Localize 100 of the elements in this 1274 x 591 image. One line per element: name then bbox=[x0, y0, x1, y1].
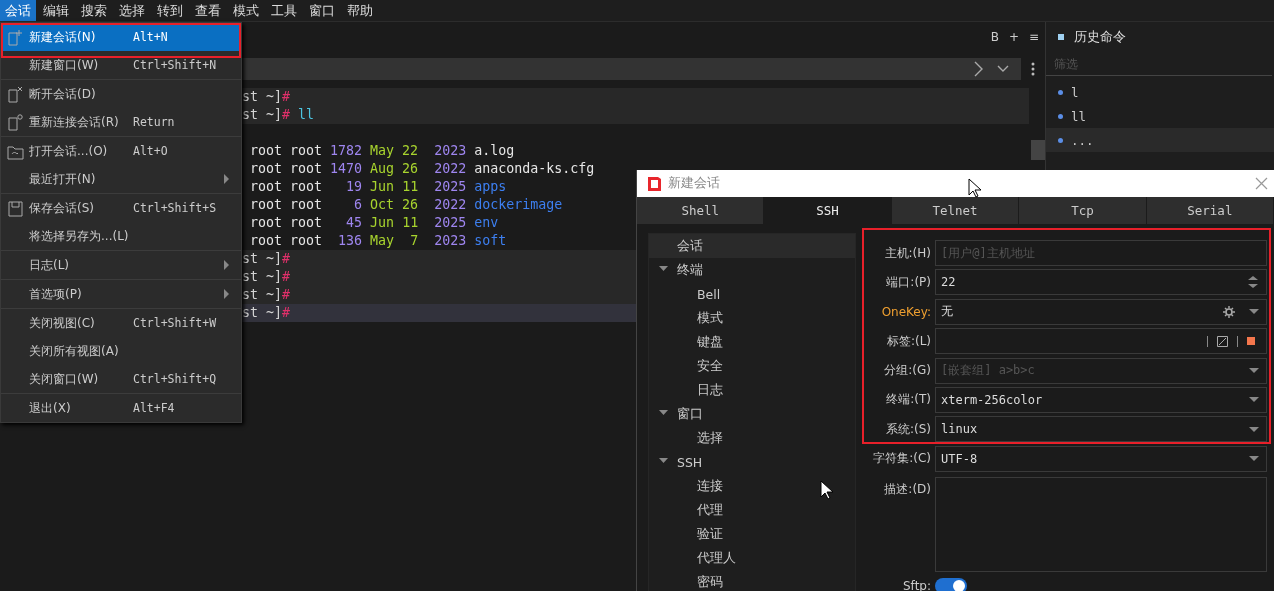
menu-item[interactable]: 关闭视图(C) Ctrl+Shift+W bbox=[1, 309, 241, 337]
toolbar-button[interactable]: ≡ bbox=[1028, 30, 1039, 44]
tree-item[interactable]: 密码 bbox=[649, 570, 855, 591]
tab[interactable]: Tcp bbox=[1019, 197, 1147, 224]
terminal-line: st ~]# bbox=[242, 305, 291, 320]
shortcut-text: Ctrl+Shift+Q bbox=[133, 372, 217, 386]
caret-icon[interactable] bbox=[1249, 426, 1259, 432]
tab[interactable]: SSH bbox=[764, 197, 892, 224]
floppy-icon bbox=[6, 199, 24, 217]
tree-item[interactable]: 代理 bbox=[649, 498, 855, 522]
menu-item[interactable]: 退出(X) Alt+F4 bbox=[1, 394, 241, 422]
menu-bar-item[interactable]: 查看 bbox=[190, 0, 226, 21]
tree-item[interactable]: 选择 bbox=[649, 426, 855, 450]
app-logo-icon bbox=[647, 175, 662, 192]
tree-item[interactable]: 安全 bbox=[649, 354, 855, 378]
shortcut-text: Ctrl+Shift+N bbox=[133, 58, 217, 72]
menu-bar-item[interactable]: 编辑 bbox=[38, 0, 74, 21]
shortcut-text: Ctrl+Shift+S bbox=[133, 201, 217, 215]
menu-bar-item[interactable]: 会话 bbox=[0, 0, 36, 21]
field-label: 字符集:(C) bbox=[872, 450, 932, 468]
document-x-icon bbox=[6, 85, 24, 103]
dropdown-field[interactable]: UTF-8 bbox=[935, 445, 1267, 472]
tree-item[interactable]: 模式 bbox=[649, 306, 855, 330]
input-field[interactable] bbox=[935, 328, 1267, 355]
more-icon[interactable] bbox=[1031, 62, 1035, 76]
menu-item[interactable]: 最近打开(N) bbox=[1, 165, 241, 193]
tree-item[interactable]: 日志 bbox=[649, 378, 855, 402]
menu-item[interactable]: 保存会话(S) Ctrl+Shift+S bbox=[1, 194, 241, 222]
tab[interactable]: Serial bbox=[1146, 197, 1274, 224]
scrollbar-thumb[interactable] bbox=[1031, 140, 1045, 160]
toolbar-button[interactable]: B bbox=[990, 30, 999, 44]
caret-icon[interactable] bbox=[1249, 309, 1259, 315]
square-icon bbox=[1058, 34, 1064, 40]
menu-bar-item[interactable]: 窗口 bbox=[304, 0, 340, 21]
tree-item[interactable]: 终端 bbox=[649, 258, 855, 282]
caret-icon[interactable] bbox=[1249, 368, 1259, 374]
tree-item[interactable]: 验证 bbox=[649, 522, 855, 546]
menu-bar-item[interactable]: 选择 bbox=[114, 0, 150, 21]
terminal-line: st ~]# bbox=[242, 89, 291, 104]
bullet-icon bbox=[1058, 137, 1063, 143]
dropdown-field[interactable]: 无 bbox=[935, 298, 1267, 325]
document-circle-icon bbox=[6, 113, 24, 131]
chevron-right-icon[interactable] bbox=[973, 61, 983, 77]
chevron-down-icon[interactable] bbox=[997, 65, 1009, 73]
terminal-line: st ~]# ll bbox=[242, 107, 315, 122]
menu-item[interactable]: 打开会话...(O) Alt+O bbox=[1, 137, 241, 165]
terminal-line: root root 1470 Aug 26 2022 anaconda-ks.cfg bbox=[249, 161, 595, 176]
menu-bar-item[interactable]: 模式 bbox=[228, 0, 264, 21]
menu-bar-item[interactable]: 搜索 bbox=[76, 0, 112, 21]
terminal-line: st ~]# bbox=[242, 287, 291, 302]
menu-item[interactable]: 新建窗口(W) Ctrl+Shift+N bbox=[1, 51, 241, 79]
tree-item[interactable]: 键盘 bbox=[649, 330, 855, 354]
menu-item[interactable]: 重新连接会话(R) Return bbox=[1, 108, 241, 136]
close-icon[interactable] bbox=[1255, 177, 1268, 190]
gear-icon[interactable] bbox=[1223, 305, 1235, 318]
dropdown-field[interactable]: xterm-256color bbox=[935, 386, 1267, 413]
field-label: 终端:(T) bbox=[885, 391, 932, 409]
history-item[interactable]: ll bbox=[1046, 104, 1274, 128]
menu-item[interactable]: 断开会话(D) bbox=[1, 80, 241, 108]
bullet-icon bbox=[1058, 113, 1063, 119]
history-item[interactable]: ... bbox=[1046, 128, 1274, 152]
new-document-icon bbox=[6, 28, 24, 46]
tree-item[interactable]: 会话 bbox=[649, 234, 855, 258]
menu-item[interactable]: 首选项(P) bbox=[1, 280, 241, 308]
field-label: 分组:(G) bbox=[883, 362, 932, 380]
menu-item[interactable]: 将选择另存为...(L) bbox=[1, 222, 241, 250]
tree-item[interactable]: Bell bbox=[649, 282, 855, 306]
tree-item[interactable]: 连接 bbox=[649, 474, 855, 498]
panel-title: 历史命令 bbox=[1074, 28, 1126, 46]
terminal-line: st ~]# bbox=[242, 251, 291, 266]
toggle-switch[interactable] bbox=[935, 577, 967, 591]
shortcut-text: Alt+O bbox=[133, 144, 168, 158]
menu-item[interactable]: 关闭所有视图(A) bbox=[1, 337, 241, 365]
field-label: 主机:(H) bbox=[883, 244, 932, 262]
spinner-arrows-icon[interactable] bbox=[1247, 275, 1259, 290]
menu-bar-item[interactable]: 转到 bbox=[152, 0, 188, 21]
menu-item[interactable]: 新建会话(N) Alt+N bbox=[1, 23, 241, 51]
bullet-icon bbox=[1058, 89, 1063, 95]
tree-item[interactable]: SSH bbox=[649, 450, 855, 474]
tree-item[interactable]: 代理人 bbox=[649, 546, 855, 570]
color-swatch[interactable] bbox=[1247, 337, 1255, 346]
shortcut-text: Alt+F4 bbox=[133, 401, 175, 415]
caret-icon[interactable] bbox=[1249, 397, 1259, 403]
spin-field[interactable]: 22 bbox=[935, 269, 1267, 296]
field-label: 标签:(L) bbox=[885, 332, 932, 350]
tree-item[interactable]: 窗口 bbox=[649, 402, 855, 426]
shortcut-text: Return bbox=[133, 115, 175, 129]
menu-bar-item[interactable]: 帮助 bbox=[342, 0, 378, 21]
pointer-cursor-icon bbox=[820, 480, 834, 500]
terminal-line: root root 1782 May 22 2023 a.log bbox=[249, 143, 515, 158]
menu-item[interactable]: 日志(L) bbox=[1, 251, 241, 279]
history-item[interactable]: l bbox=[1046, 80, 1274, 104]
slashed-square-icon[interactable] bbox=[1217, 335, 1228, 347]
terminal-line: root root 6 Oct 26 2022 dockerimage bbox=[249, 197, 563, 212]
caret-icon[interactable] bbox=[1249, 456, 1259, 462]
tab[interactable]: Telnet bbox=[891, 197, 1020, 224]
menu-bar-item[interactable]: 工具 bbox=[266, 0, 302, 21]
dropdown-field[interactable]: linux bbox=[935, 416, 1267, 443]
menu-item[interactable]: 关闭窗口(W) Ctrl+Shift+Q bbox=[1, 365, 241, 393]
toolbar-button[interactable]: + bbox=[1008, 30, 1019, 44]
